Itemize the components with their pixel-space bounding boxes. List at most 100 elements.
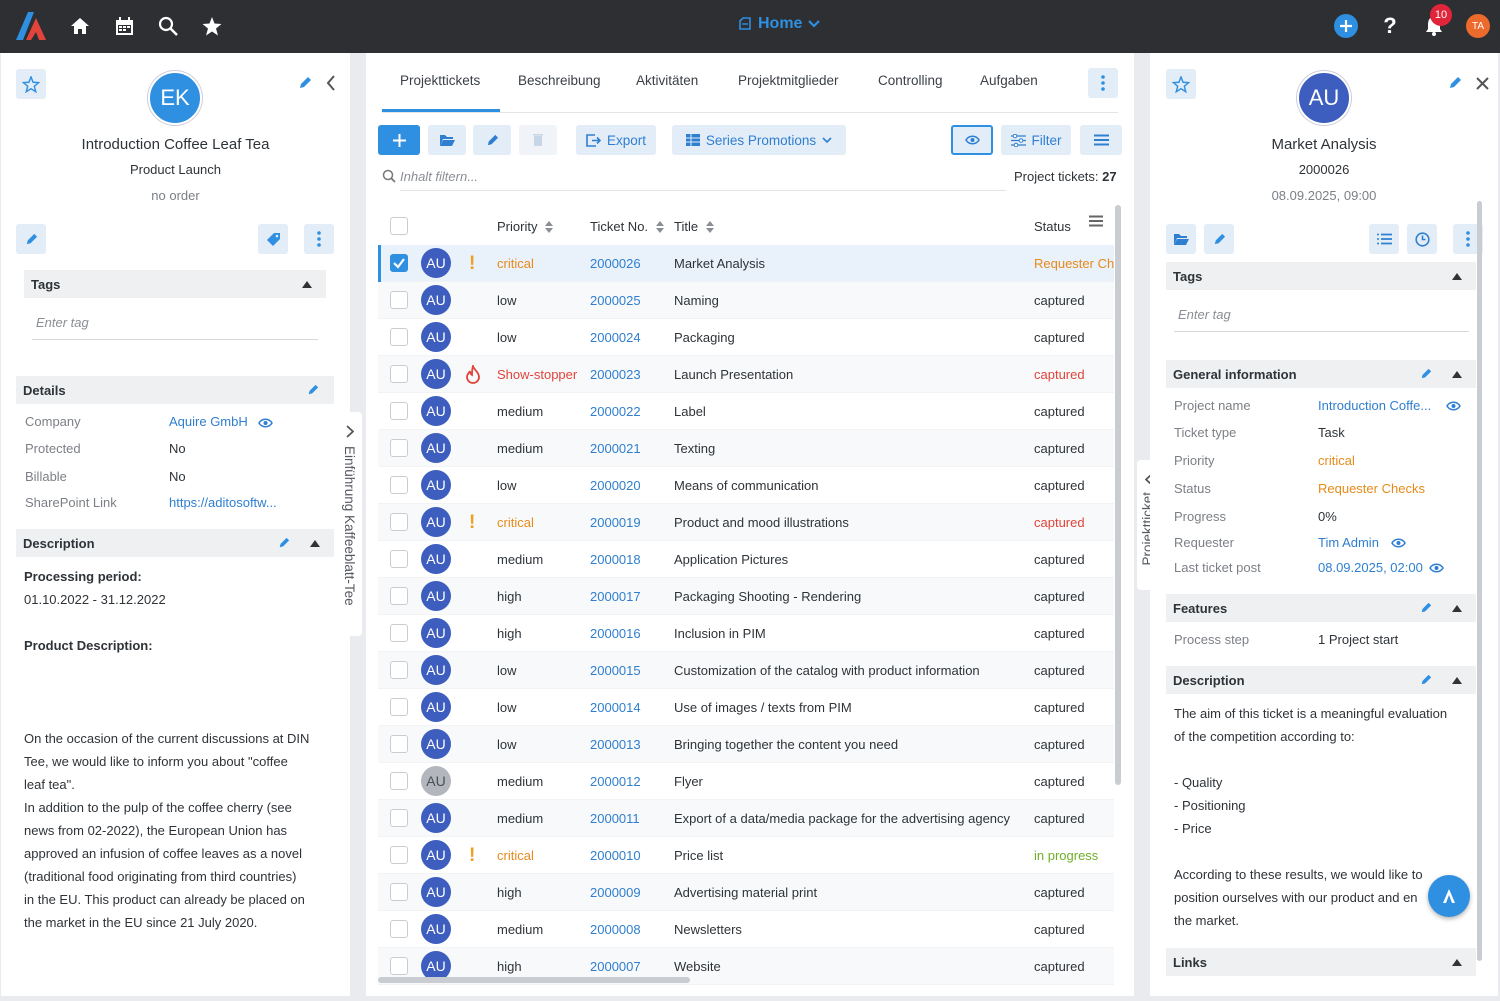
ticket-number-link[interactable]: 2000024 [590,330,641,345]
ticket-number-link[interactable]: 2000009 [590,885,641,900]
assignee-avatar[interactable]: AU [421,396,451,426]
ticket-number-link[interactable]: 2000026 [590,256,641,271]
preview-eye-icon[interactable] [258,416,273,431]
assistant-fab-button[interactable] [1428,875,1470,917]
row-checkbox[interactable] [390,439,408,457]
table-row[interactable]: AU! critical 2000019 Product and mood illus… [378,504,1114,541]
assignee-avatar[interactable]: AU [421,877,451,907]
column-header-title[interactable]: Title [674,219,715,234]
tags-header[interactable]: Tags [1166,262,1476,290]
assignee-avatar[interactable]: AU [421,248,451,278]
row-checkbox[interactable] [390,920,408,938]
row-checkbox[interactable] [390,476,408,494]
tab-aktivitaeten[interactable]: Aktivitäten [636,73,698,88]
table-row[interactable]: AU high 2000009 Advertising material print c… [378,874,1114,911]
edit-button[interactable] [16,224,46,254]
row-checkbox[interactable] [390,624,408,642]
table-row[interactable]: AU medium 2000008 Newsletters captured [378,911,1114,948]
table-row[interactable]: AU low 2000014 Use of images / texts from P… [378,689,1114,726]
row-checkbox[interactable] [390,772,408,790]
assignee-avatar[interactable]: AU [421,729,451,759]
ticket-number-link[interactable]: 2000017 [590,589,641,604]
ticket-number-link[interactable]: 2000016 [590,626,641,641]
add-ticket-button[interactable] [378,125,420,155]
row-checkbox[interactable] [390,365,408,383]
assignee-avatar[interactable]: AU [421,470,451,500]
tabs-more-button[interactable] [1088,68,1118,98]
tab-controlling[interactable]: Controlling [878,73,943,88]
row-checkbox[interactable] [390,735,408,753]
table-row[interactable]: AU medium 2000012 Flyer captured [378,763,1114,800]
select-all-checkbox[interactable] [390,217,408,235]
tags-header[interactable]: Tags [24,270,326,298]
home-menu[interactable]: Home [738,15,821,33]
add-new-icon[interactable] [1334,14,1358,38]
assignee-avatar[interactable]: AU [421,840,451,870]
column-header-priority[interactable]: Priority [497,219,554,234]
collapse-up-icon[interactable] [1452,370,1462,378]
features-header[interactable]: Features [1166,594,1476,622]
assignee-avatar[interactable]: AU [421,322,451,352]
ticket-number-link[interactable]: 2000012 [590,774,641,789]
ticket-number-link[interactable]: 2000008 [590,922,641,937]
ticket-number-link[interactable]: 2000011 [590,811,640,826]
ticket-number-link[interactable]: 2000013 [590,737,641,752]
assignee-avatar[interactable]: AU [421,581,451,611]
open-folder-button[interactable] [1166,224,1196,254]
assignee-avatar[interactable]: AU [421,655,451,685]
open-folder-button[interactable] [428,125,466,155]
favorites-star-icon[interactable] [201,15,223,37]
assignee-avatar[interactable]: AU [421,544,451,574]
close-icon[interactable] [1476,77,1489,93]
row-checkbox[interactable] [390,291,408,309]
last-post-link[interactable]: 08.09.2025, 02:00 [1318,560,1423,575]
details-header[interactable]: Details [16,376,334,404]
edit-pencil-icon[interactable] [1420,602,1432,614]
horizontal-scrollbar[interactable] [378,977,690,983]
favorite-star-button[interactable] [16,69,46,99]
links-header[interactable]: Links [1166,948,1476,976]
ticket-number-link[interactable]: 2000010 [590,848,641,863]
row-checkbox[interactable] [390,513,408,531]
column-menu-icon[interactable] [1089,215,1103,227]
table-row[interactable]: AU! critical 2000026 Market Analysis Request… [378,245,1114,282]
row-checkbox[interactable] [390,587,408,605]
checklist-button[interactable] [1369,224,1399,254]
description-header[interactable]: Description [1166,666,1476,694]
vertical-scrollbar[interactable] [1115,205,1121,785]
help-icon[interactable]: ? [1378,13,1402,38]
collapse-up-icon[interactable] [1452,676,1462,684]
ticket-number-link[interactable]: 2000015 [590,663,641,678]
row-checkbox[interactable] [390,254,408,272]
table-row[interactable]: AU medium 2000022 Label captured [378,393,1114,430]
table-row[interactable]: AU! critical 2000010 Price list in progress [378,837,1114,874]
edit-button[interactable] [1204,224,1234,254]
preview-eye-icon[interactable] [1429,563,1444,573]
row-checkbox[interactable] [390,846,408,864]
assignee-avatar[interactable]: AU [421,507,451,537]
collapse-up-icon[interactable] [1452,604,1462,612]
table-row[interactable]: AU low 2000024 Packaging captured [378,319,1114,356]
app-logo-icon[interactable] [14,10,48,42]
user-avatar[interactable]: TA [1466,14,1490,38]
table-row[interactable]: AU medium 2000021 Texting captured [378,430,1114,467]
search-icon[interactable] [157,15,179,37]
filter-input[interactable]: Inhalt filtern... [400,163,1006,191]
column-header-status[interactable]: Status [1034,219,1071,234]
filter-button[interactable]: Filter [1001,125,1071,155]
table-row[interactable]: AU low 2000025 Naming captured [378,282,1114,319]
collapse-chevron-left-icon[interactable] [326,75,336,94]
row-checkbox[interactable] [390,661,408,679]
edit-pencil-icon[interactable] [278,537,290,549]
ticket-number-link[interactable]: 2000021 [590,441,641,456]
home-icon[interactable] [69,15,91,37]
edit-pencil-icon[interactable] [298,76,312,93]
edit-pencil-icon[interactable] [1420,674,1432,686]
assignee-avatar[interactable]: AU [421,914,451,944]
row-checkbox[interactable] [390,809,408,827]
edit-ticket-button[interactable] [473,125,511,155]
table-row[interactable]: AU low 2000013 Bringing together the conten… [378,726,1114,763]
tag-button[interactable] [258,224,288,254]
table-row[interactable]: AU high 2000017 Packaging Shooting - Render… [378,578,1114,615]
table-row[interactable]: AU low 2000015 Customization of the catalog… [378,652,1114,689]
